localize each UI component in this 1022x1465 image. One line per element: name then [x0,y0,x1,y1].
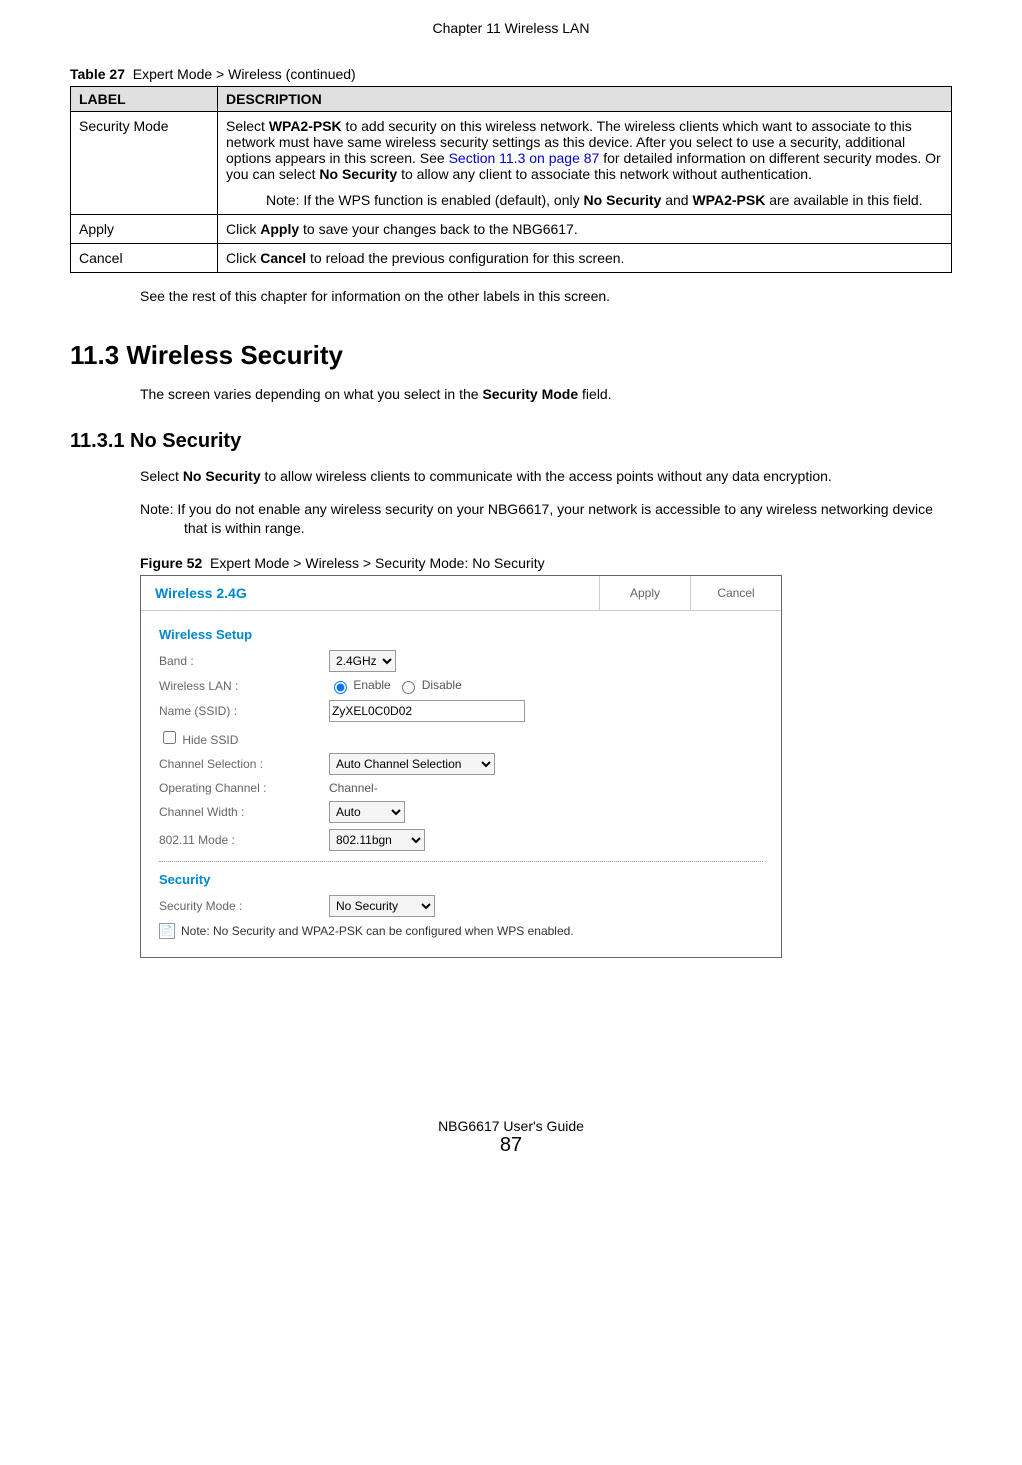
wlan-enable-text: Enable [353,679,390,693]
text: Click [226,221,260,237]
text-bold: No Security [584,192,662,208]
text: to allow wireless clients to communicate… [261,468,832,484]
ui-titlebar: Wireless 2.4G Apply Cancel [141,576,781,611]
page-footer: NBG6617 User's Guide 87 [70,1118,952,1157]
divider [159,861,763,862]
ssid-input[interactable] [329,700,525,722]
text-bold: No Security [319,166,397,182]
wlan-label: Wireless LAN : [159,679,329,693]
chapter-header: Chapter 11 Wireless LAN [70,20,952,36]
text: to reload the previous configuration for… [306,250,624,266]
channel-selection-select[interactable]: Auto Channel Selection [329,753,495,775]
operating-channel-label: Operating Channel : [159,781,329,795]
wlan-disable-text: Disable [422,679,462,693]
ui-title: Wireless 2.4G [141,585,599,601]
text: Select [226,118,269,134]
security-mode-label: Security Mode : [159,899,329,913]
section-11-3-para: The screen varies depending on what you … [140,385,952,404]
table-row: Apply Click Apply to save your changes b… [71,215,952,244]
figure-52-screenshot: Wireless 2.4G Apply Cancel Wireless Setu… [140,575,782,958]
channel-width-select[interactable]: Auto [329,801,405,823]
hide-ssid-checkbox[interactable] [163,731,176,744]
text-bold: Cancel [260,250,306,266]
ui-note-text: Note: No Security and WPA2-PSK can be co… [181,924,574,938]
wlan-disable-radio[interactable] [402,681,415,694]
ui-note: 📄 Note: No Security and WPA2-PSK can be … [159,923,763,939]
row-desc: Click Cancel to reload the previous conf… [218,244,952,273]
section-11-3-1-para: Select No Security to allow wireless cli… [140,467,952,486]
section-heading-11-3-1: 11.3.1 No Security [70,430,952,453]
text: Note: If the WPS function is enabled (de… [266,192,584,208]
mode-select[interactable]: 802.11bgn [329,829,425,851]
operating-channel-value: Channel- [329,781,763,795]
figure-title: Expert Mode > Wireless > Security Mode: … [210,555,545,571]
text: Select [140,468,183,484]
channel-width-label: Channel Width : [159,805,329,819]
text-bold: No Security [183,468,261,484]
guide-name: NBG6617 User's Guide [70,1118,952,1134]
text: The screen varies depending on what you … [140,386,482,402]
ssid-label: Name (SSID) : [159,704,329,718]
table-title: Expert Mode > Wireless (continued) [133,66,356,82]
section-heading-11-3: 11.3 Wireless Security [70,340,952,371]
table-27: LABEL DESCRIPTION Security Mode Select W… [70,86,952,273]
text: Click [226,250,260,266]
text: to save your changes back to the NBG6617… [299,221,578,237]
text: are available in this field. [765,192,922,208]
row-label: Apply [71,215,218,244]
page-number: 87 [70,1134,952,1157]
figure-number: Figure 52 [140,555,202,571]
section-11-3-1-note: Note: If you do not enable any wireless … [140,500,952,538]
text-bold: WPA2-PSK [269,118,342,134]
note-icon: 📄 [159,923,175,939]
text-bold: Apply [260,221,299,237]
text-bold: Security Mode [482,386,578,402]
cancel-button[interactable]: Cancel [690,576,781,610]
channel-selection-label: Channel Selection : [159,757,329,771]
table-row: Cancel Click Cancel to reload the previo… [71,244,952,273]
hide-ssid-label: Hide SSID [182,733,238,747]
row-label: Security Mode [71,112,218,215]
section-security: Security [159,872,763,887]
apply-button[interactable]: Apply [599,576,690,610]
table-number: Table 27 [70,66,125,82]
figure-caption: Figure 52 Expert Mode > Wireless > Secur… [140,555,952,571]
band-select[interactable]: 2.4GHz [329,650,396,672]
section-wireless-setup: Wireless Setup [159,627,763,642]
wlan-enable-radio[interactable] [334,681,347,694]
row-label: Cancel [71,244,218,273]
security-mode-select[interactable]: No Security [329,895,435,917]
table-caption: Table 27 Expert Mode > Wireless (continu… [70,66,952,82]
text: to allow any client to associate this ne… [397,166,812,182]
text: and [661,192,692,208]
col-desc: DESCRIPTION [218,87,952,112]
after-table-para: See the rest of this chapter for informa… [140,287,952,306]
col-label: LABEL [71,87,218,112]
band-label: Band : [159,654,329,668]
mode-label: 802.11 Mode : [159,833,329,847]
row-note: Note: If the WPS function is enabled (de… [266,192,943,208]
row-desc: Click Apply to save your changes back to… [218,215,952,244]
text-bold: WPA2-PSK [692,192,765,208]
section-link[interactable]: Section 11.3 on page 87 [449,150,600,166]
text: field. [578,386,611,402]
row-desc: Select WPA2-PSK to add security on this … [218,112,952,215]
table-row: Security Mode Select WPA2-PSK to add sec… [71,112,952,215]
